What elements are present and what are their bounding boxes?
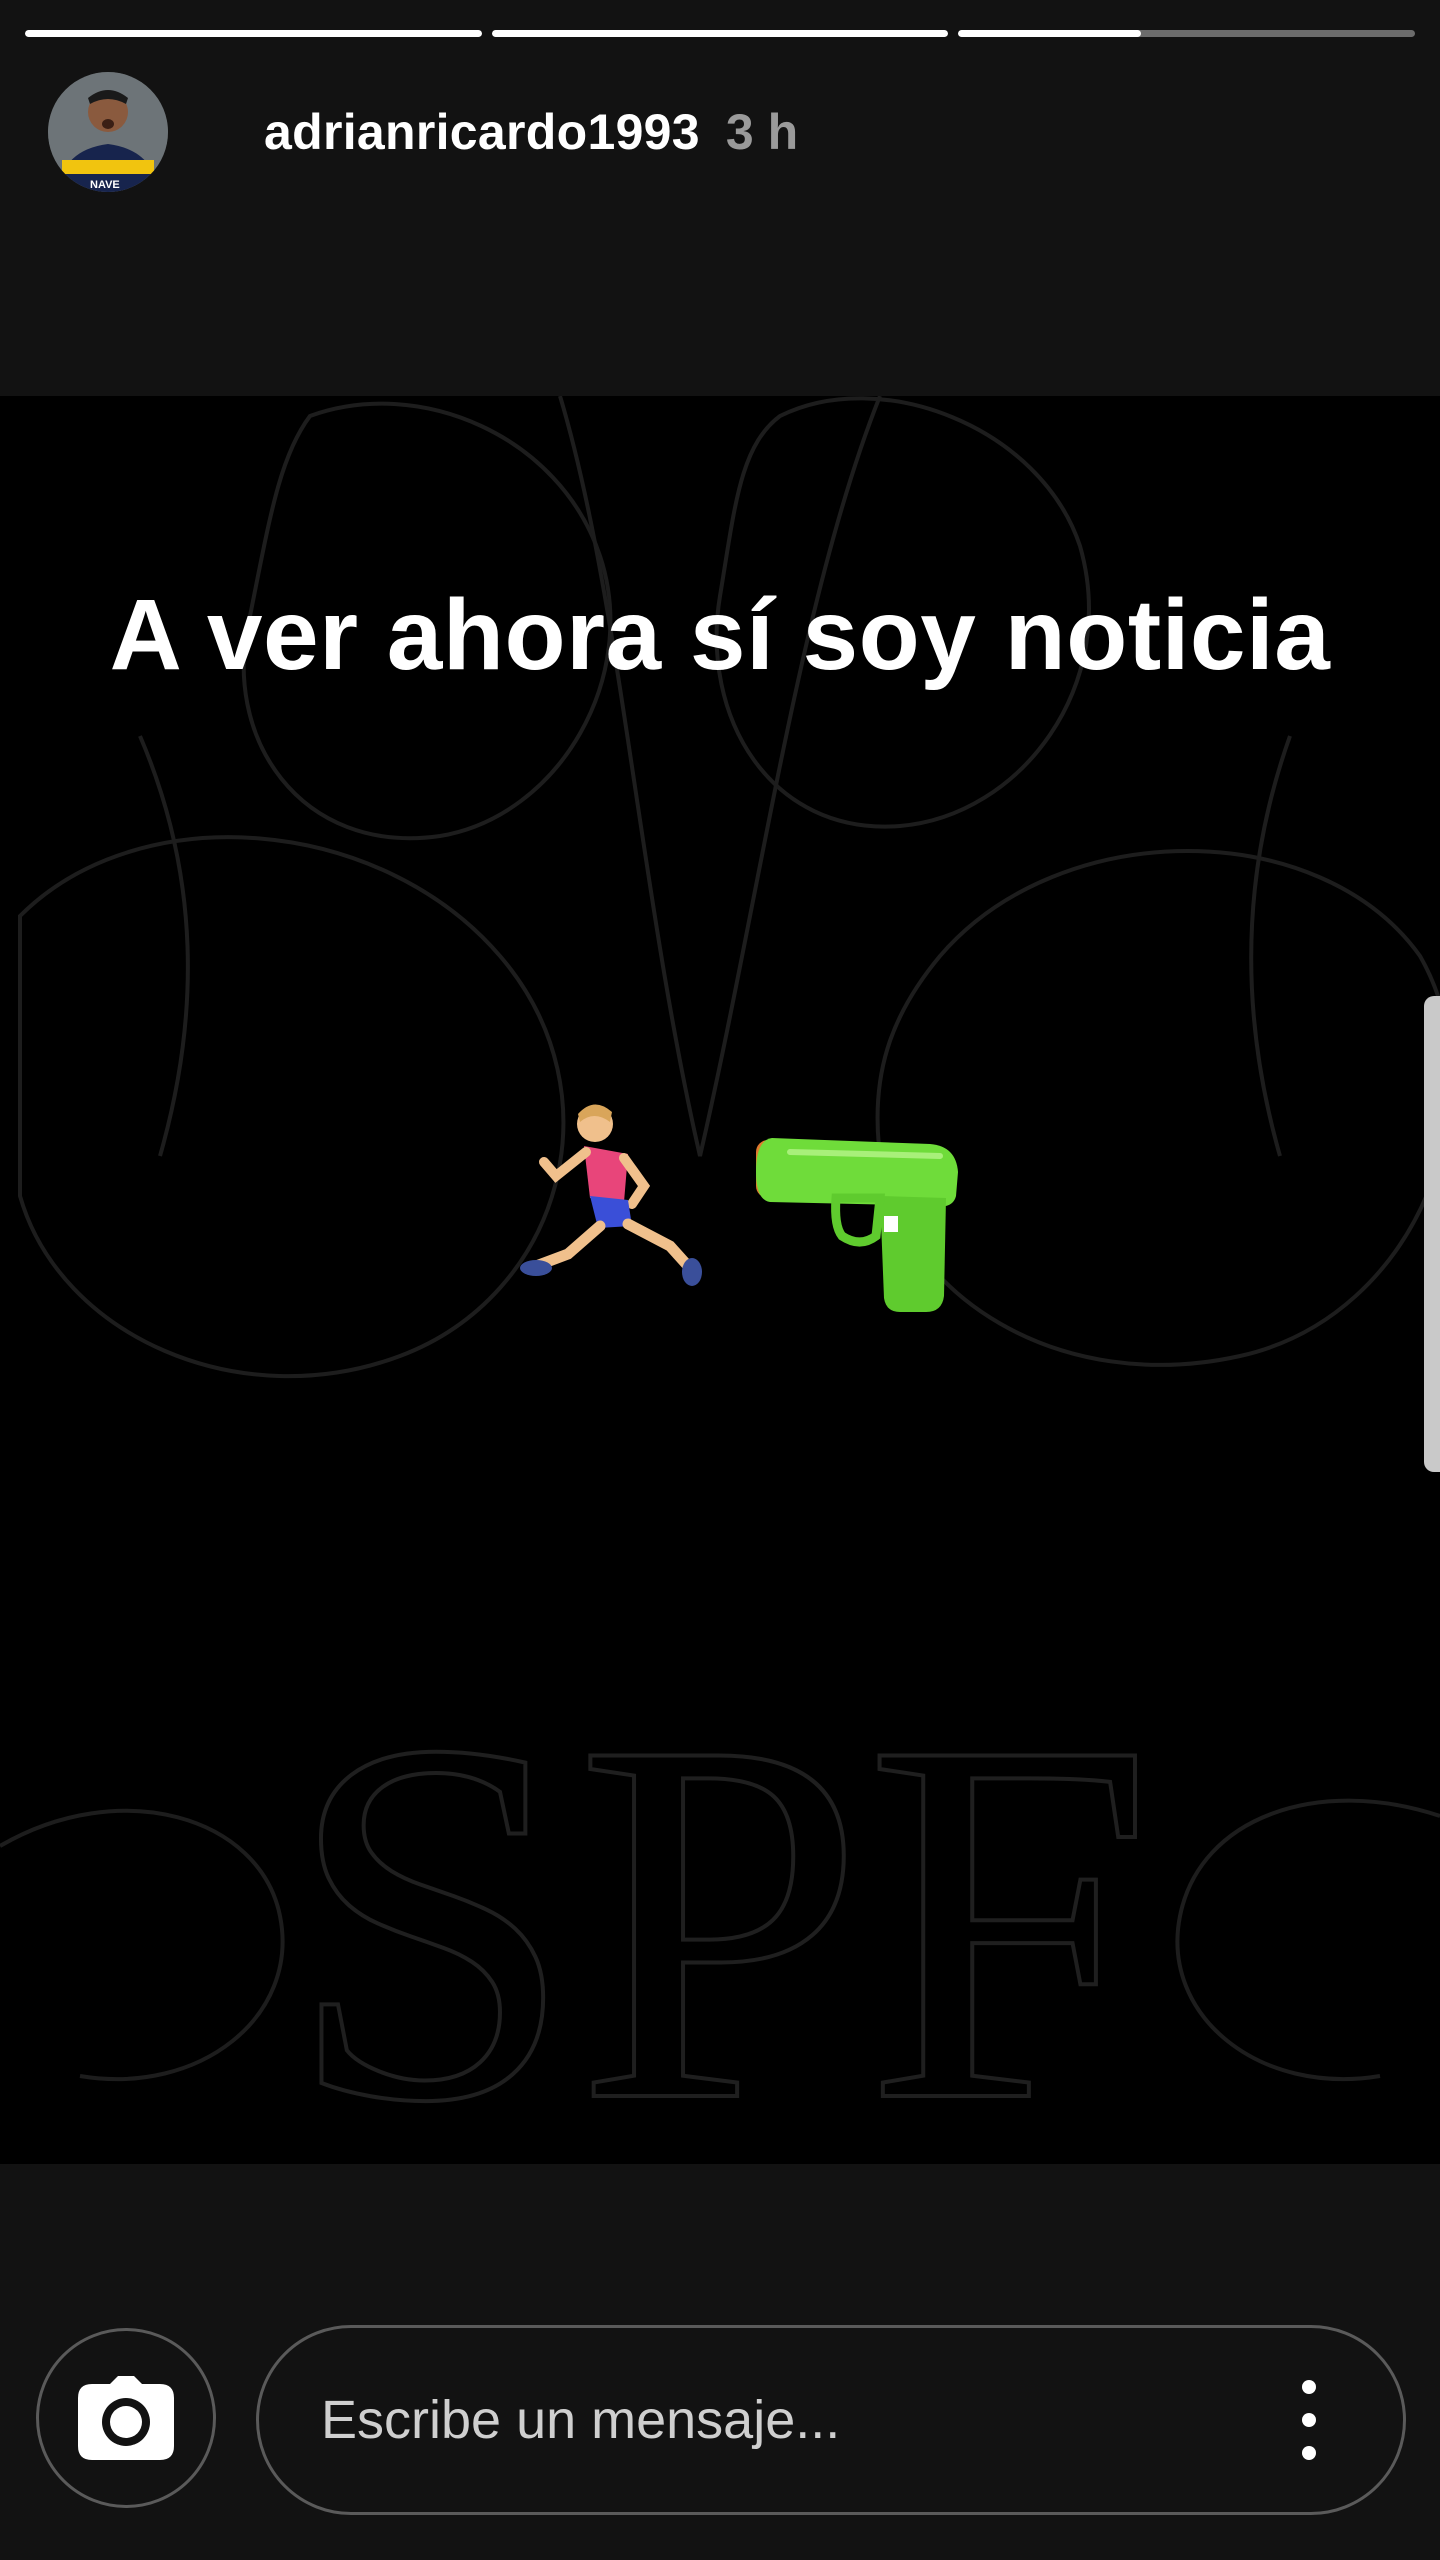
water-gun-emoji — [756, 1138, 958, 1312]
progress-segment-1 — [25, 30, 482, 37]
progress-fill — [958, 30, 1141, 37]
message-placeholder[interactable]: Escribe un mensaje... — [321, 2389, 1289, 2451]
progress-fill — [25, 30, 482, 37]
more-vertical-icon[interactable] — [1289, 2380, 1329, 2460]
progress-segment-2 — [491, 30, 949, 37]
message-input[interactable]: Escribe un mensaje... — [256, 2325, 1406, 2515]
story-viewer: NAVE adrianricardo1993 3 h SPF A ver aho… — [0, 0, 1440, 2560]
post-time: 3 h — [725, 104, 799, 160]
progress-segment-3 — [958, 30, 1416, 37]
story-progress-bar — [25, 30, 1416, 38]
username[interactable]: adrianricardo1993 — [264, 103, 700, 161]
camera-button[interactable] — [36, 2328, 216, 2508]
svg-text:NAVE: NAVE — [90, 179, 120, 191]
story-image[interactable]: SPF A ver ahora sí soy noticia — [0, 396, 1440, 2164]
story-header: NAVE adrianricardo1993 3 h — [48, 70, 798, 194]
avatar[interactable]: NAVE — [48, 72, 168, 192]
progress-fill — [491, 30, 949, 37]
story-caption: A ver ahora sí soy noticia — [109, 579, 1331, 691]
watermark-text: SPF — [286, 1634, 1154, 2164]
runner-emoji — [520, 1104, 702, 1286]
camera-icon — [78, 2376, 174, 2460]
side-edge-handle[interactable] — [1424, 996, 1440, 1472]
